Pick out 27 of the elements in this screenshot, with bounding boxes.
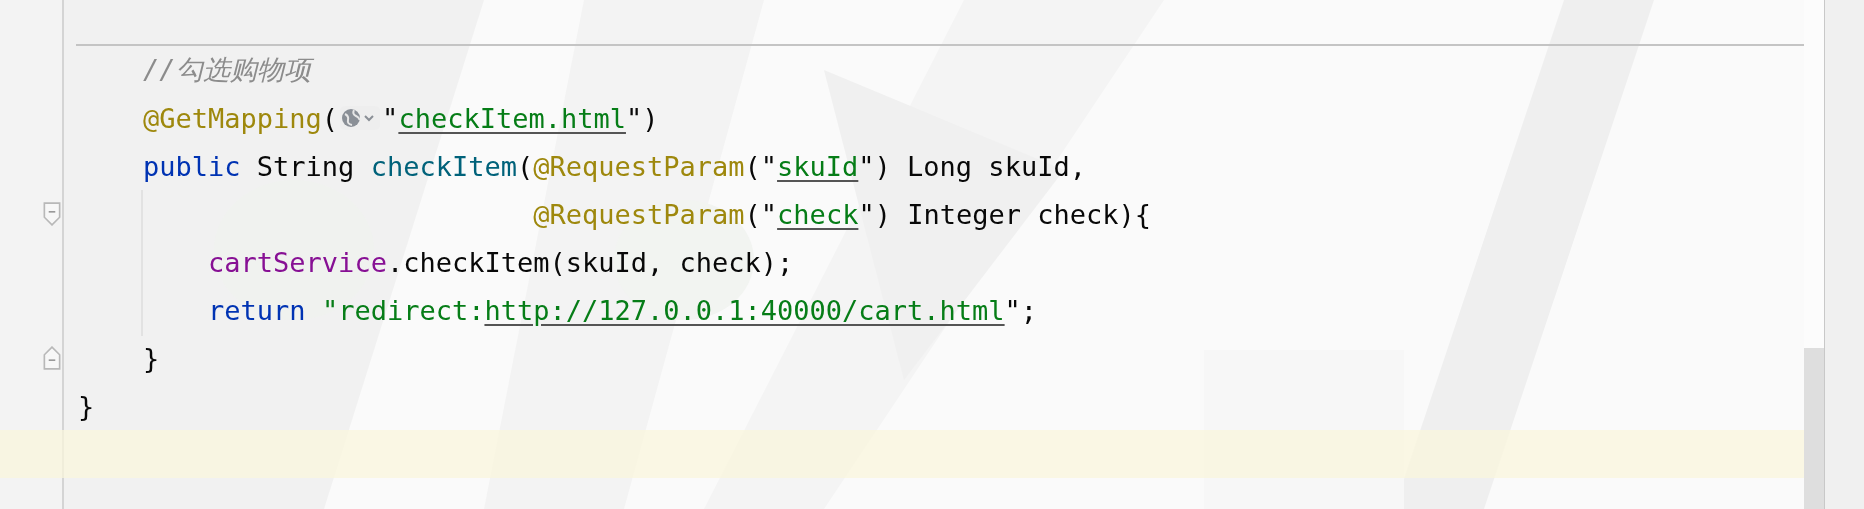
code-text: (" (744, 198, 778, 230)
code-text: ") Integer check){ (858, 198, 1151, 230)
code-keyword: return (208, 294, 306, 326)
scrollbar-thumb[interactable] (1804, 348, 1824, 509)
code-text: String (255, 150, 356, 182)
code-string: check (777, 198, 859, 230)
code-text: ") (625, 102, 659, 134)
code-string: skuId (777, 150, 859, 182)
code-annotation: @RequestParam (533, 198, 745, 230)
code-string: http://127.0.0.1:40000/cart.html (484, 294, 1005, 326)
code-text: (" (744, 150, 778, 182)
code-text: .checkItem(skuId, check); (386, 246, 794, 278)
scrollbar-track[interactable] (1804, 0, 1825, 509)
code-text: ") Long skuId, (858, 150, 1086, 182)
code-text: } (78, 390, 95, 422)
code-text: } (143, 342, 160, 374)
code-annotation: @GetMapping (143, 102, 322, 134)
code-keyword: public (143, 150, 241, 182)
code-text: "; (1004, 294, 1038, 326)
code-annotation: @RequestParam (533, 150, 745, 182)
code-method-name: checkItem (370, 150, 517, 182)
code-text: " (382, 102, 399, 134)
code-string: checkItem.html (398, 102, 626, 134)
code-text: ( (321, 102, 339, 134)
code-field: cartService (208, 246, 387, 278)
code-text: ( (516, 150, 534, 182)
code-string: "redirect: (320, 294, 485, 326)
